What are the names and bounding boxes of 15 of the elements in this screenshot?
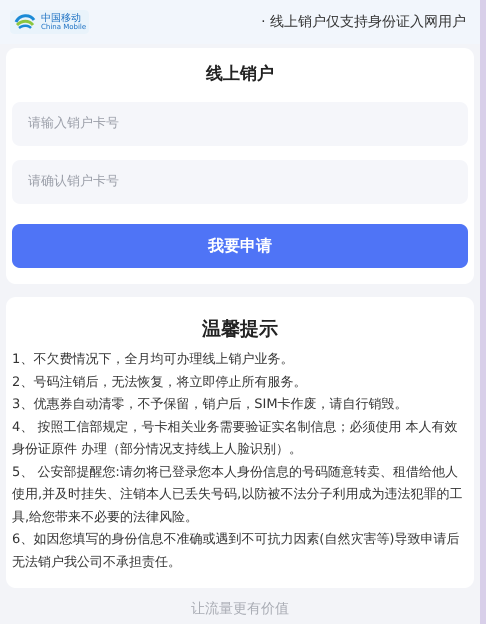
tip-text: 5、 公安部提醒您:请勿将已登录您本人身份信息的号码随意转卖、租借给他人使用,并及时挂失、注销本人已丢失号码,以防被不法分子利用成为违法犯罪的工具,给您带来不必要的法律风险。 [12,464,464,526]
tip-text: 2、号码注销后，无法恢复，将立即停止所有服务。 [12,374,308,392]
slogan-text: 让流量更有价值 [191,600,289,618]
form-title: 线上销户 [204,63,275,86]
apply-button[interactable]: 我要申请 [12,224,468,268]
tips-title: 温馨提示 [200,316,279,342]
card-number-field[interactable]: 请确认销户卡号 [12,160,468,204]
tip-text: 6、如因您填写的身份信息不准确或遇到不可抗力因素(自然灾害等)导致申请后无法销户我公司不承担责任。 [12,531,460,572]
tip-text: 4、 按照工信部规定，号卡相关业务需要验证实名制信息；必须使用 本人有效身份证原件 办理（部分情况支持线上人脸识别）。 [12,418,459,459]
tip-text: 3、优惠券自动清零，不予保留，销户后，SIM卡作废，请自行销毁。 [12,396,409,414]
notice-text: · 线上销户仅支持身份证入网用户 [261,12,466,32]
tip-text: 1、不欠费情况下，全月均可办理线上销户业务。 [12,351,294,369]
logo-icon [13,12,37,32]
card-number-field[interactable]: 请输入销户卡号 [12,102,468,146]
logo-text: 中国移动 [41,14,81,24]
